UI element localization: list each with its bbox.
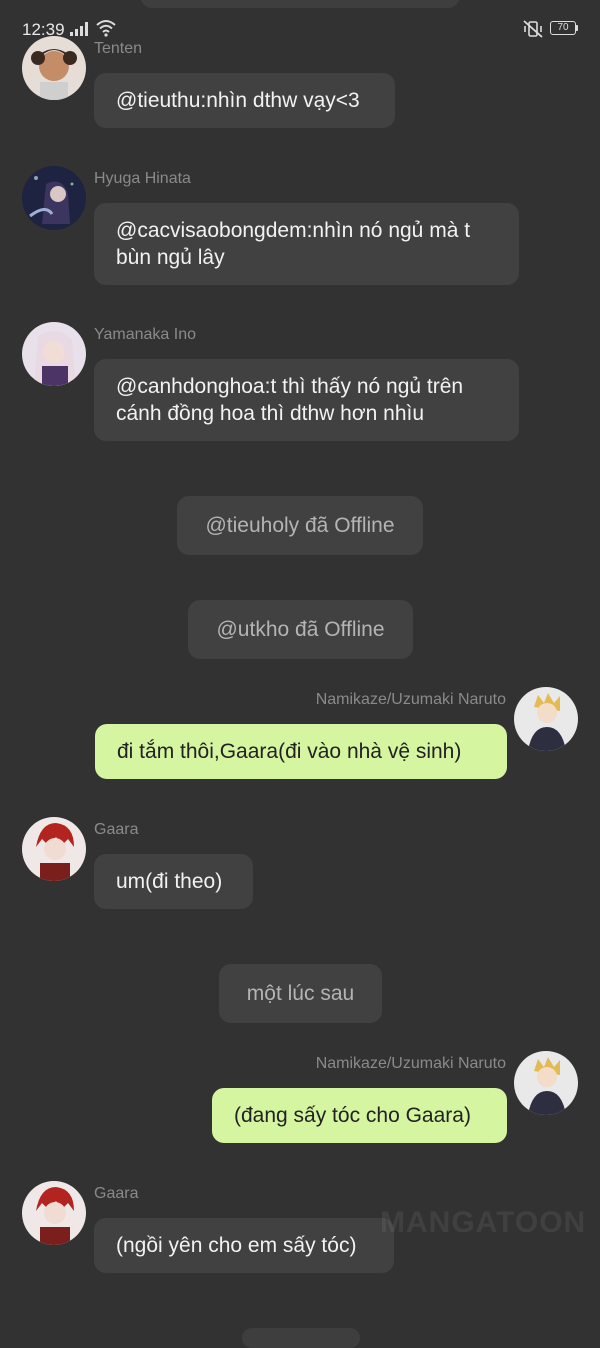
- previous-message-bubble: [140, 0, 460, 8]
- vibrate-mute-icon: [523, 20, 543, 38]
- watermark-logo: MANGATOON: [380, 1206, 587, 1239]
- avatar-hyuga-hinata[interactable]: [22, 166, 86, 230]
- my-message-bubble[interactable]: đi tắm thôi,Gaara(đi vào nhà vệ sinh): [95, 724, 507, 779]
- sender-name: Namikaze/Uzumaki Naruto: [315, 691, 506, 708]
- sender-name: Gaara: [94, 821, 139, 838]
- battery-tip: [576, 25, 578, 31]
- system-notice: @tieuholy đã Offline: [177, 496, 423, 555]
- message-bubble[interactable]: um(đi theo): [94, 854, 253, 909]
- message-bubble[interactable]: @canhdonghoa:t thì thấy nó ngủ trên cánh…: [94, 359, 519, 441]
- sender-name: Yamanaka Ino: [94, 326, 196, 343]
- avatar-naruto[interactable]: [514, 1051, 578, 1115]
- message-bubble[interactable]: @tieuthu:nhìn dthw vạy<3: [94, 73, 395, 128]
- wifi-icon: [96, 20, 116, 37]
- message-bubble[interactable]: @cacvisaobongdem:nhìn nó ngủ mà t bùn ng…: [94, 203, 519, 285]
- status-bar: 12:39 70: [0, 0, 600, 56]
- system-notice: @utkho đã Offline: [188, 600, 413, 659]
- system-notice: một lúc sau: [219, 964, 382, 1023]
- message-bubble[interactable]: (ngồi yên cho em sấy tóc): [94, 1218, 394, 1273]
- avatar-naruto[interactable]: [514, 687, 578, 751]
- sender-name: Hyuga Hinata: [94, 170, 191, 187]
- signal-icon: [70, 22, 88, 36]
- next-message-bubble: [242, 1328, 360, 1348]
- my-message-bubble[interactable]: (đang sấy tóc cho Gaara): [212, 1088, 507, 1143]
- avatar-yamanaka-ino[interactable]: [22, 322, 86, 386]
- avatar-gaara[interactable]: [22, 817, 86, 881]
- battery-icon: 70: [550, 21, 576, 35]
- sender-name: Tenten: [94, 40, 143, 57]
- avatar-gaara[interactable]: [22, 1181, 86, 1245]
- sender-name: Namikaze/Uzumaki Naruto: [315, 1055, 506, 1072]
- sender-name: Gaara: [94, 1185, 139, 1202]
- avatar-tenten[interactable]: [22, 36, 86, 100]
